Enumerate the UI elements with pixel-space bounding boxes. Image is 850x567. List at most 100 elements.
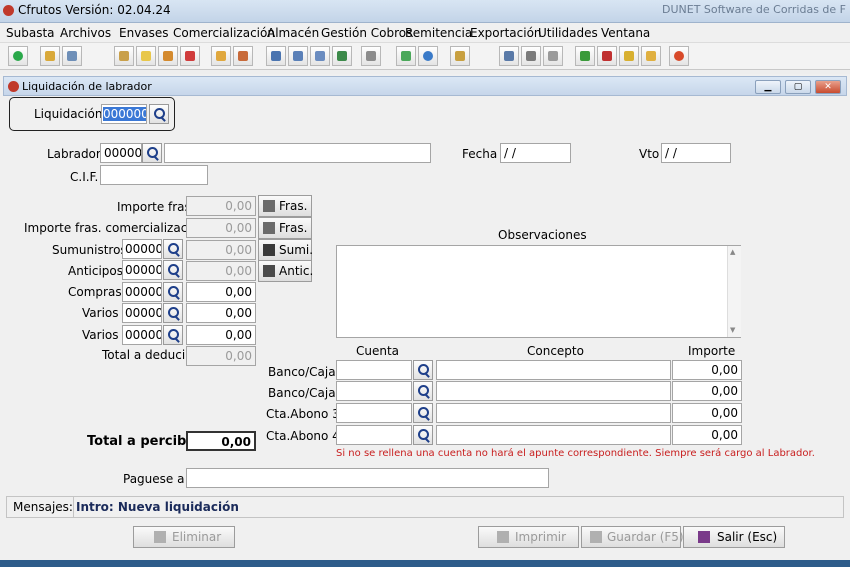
anticipos-code-input[interactable]: 00000: [122, 260, 162, 280]
printer-icon[interactable]: [543, 46, 563, 66]
account-importe-input[interactable]: 0,00: [672, 403, 742, 423]
menu-comercializacion[interactable]: Comercialización: [173, 26, 275, 40]
fecha-input[interactable]: / /: [500, 143, 571, 163]
status-bar: Mensajes: Intro: Nueva liquidación: [6, 496, 844, 518]
account-importe-input[interactable]: 0,00: [672, 425, 742, 445]
account-search-button[interactable]: [413, 425, 433, 445]
account-concepto-input[interactable]: [436, 381, 671, 401]
eliminar-button[interactable]: Eliminar: [133, 526, 235, 548]
observaciones-scrollbar[interactable]: ▲ ▼: [727, 246, 741, 337]
varios2-search-button[interactable]: [163, 325, 183, 345]
account-cuenta-input[interactable]: [336, 425, 412, 445]
clipboard-icon[interactable]: [114, 46, 134, 66]
liquidacion-search-button[interactable]: [149, 104, 169, 124]
screen-icon[interactable]: [499, 46, 519, 66]
calendar-icon[interactable]: [180, 46, 200, 66]
varios2-label: Varios: [82, 328, 119, 342]
menu-archivos[interactable]: Archivos: [60, 26, 111, 40]
menu-exportacion[interactable]: Exportación: [470, 26, 542, 40]
print3-icon[interactable]: [310, 46, 330, 66]
menu-utilidades[interactable]: Utilidades: [538, 26, 598, 40]
list-icon[interactable]: [158, 46, 178, 66]
importe-fras-value: 0,00: [186, 196, 256, 216]
varios1-code-input[interactable]: 00000: [122, 303, 162, 323]
pencil-icon[interactable]: [211, 46, 231, 66]
search-refresh-icon[interactable]: [597, 46, 617, 66]
chart-icon[interactable]: [332, 46, 352, 66]
folder-icon[interactable]: [40, 46, 60, 66]
observaciones-textarea[interactable]: [336, 245, 741, 338]
exit-icon[interactable]: [669, 46, 689, 66]
guardar-button[interactable]: Guardar (F5): [581, 526, 684, 548]
account-cuenta-input[interactable]: [336, 381, 412, 401]
menu-subasta[interactable]: Subasta: [6, 26, 55, 40]
varios2-value[interactable]: 0,00: [186, 325, 256, 345]
minimize-button[interactable]: ▁: [755, 80, 781, 94]
labrador-name-input[interactable]: [164, 143, 431, 163]
imprimir-button[interactable]: Imprimir: [478, 526, 579, 548]
money-icon[interactable]: [396, 46, 416, 66]
fras-com-button[interactable]: Fras.: [258, 217, 312, 239]
liquidacion-input[interactable]: 000000: [101, 104, 147, 124]
print-icon[interactable]: [266, 46, 286, 66]
salir-button[interactable]: Salir (Esc): [683, 526, 785, 548]
account-concepto-input[interactable]: [436, 425, 671, 445]
menu-almacen[interactable]: Almacén: [267, 26, 319, 40]
menu-ventana[interactable]: Ventana: [601, 26, 650, 40]
scroll-up-icon[interactable]: ▲: [730, 248, 735, 256]
scroll-down-icon[interactable]: ▼: [730, 326, 735, 334]
varios2-code-input[interactable]: 00000: [122, 325, 162, 345]
child-window-title-bar: Liquidación de labrador ▁ ▢ ✕: [3, 76, 847, 96]
print2-icon[interactable]: [288, 46, 308, 66]
varios1-label: Varios: [82, 306, 119, 320]
suministros-value: 0,00: [186, 240, 256, 260]
vto-input[interactable]: / /: [661, 143, 731, 163]
compras-value[interactable]: 0,00: [186, 282, 256, 302]
close-button[interactable]: ✕: [815, 80, 841, 94]
tree-icon[interactable]: [575, 46, 595, 66]
note-icon[interactable]: [450, 46, 470, 66]
antic-button[interactable]: Antic.: [258, 260, 313, 282]
compras-code-input[interactable]: 00000: [122, 282, 162, 302]
menu-remitencia[interactable]: Remitencia: [405, 26, 472, 40]
documents-icon: [263, 222, 275, 234]
suministros-search-button[interactable]: [163, 239, 183, 259]
account-cuenta-input[interactable]: [336, 360, 412, 380]
paguese-input[interactable]: [186, 468, 549, 488]
compras-search-button[interactable]: [163, 282, 183, 302]
varios1-value[interactable]: 0,00: [186, 303, 256, 323]
labrador-code-input[interactable]: 00000: [100, 143, 142, 163]
calculator-icon[interactable]: [521, 46, 541, 66]
cuenta-header: Cuenta: [356, 344, 400, 358]
app-right-title: DUNET Software de Corridas de F: [662, 3, 846, 16]
menu-gestion-cobros[interactable]: Gestión Cobros: [321, 26, 412, 40]
account-search-button[interactable]: [413, 360, 433, 380]
account-concepto-input[interactable]: [436, 360, 671, 380]
account-cuenta-input[interactable]: [336, 403, 412, 423]
power-icon[interactable]: [8, 46, 28, 66]
app-icon: [3, 5, 14, 16]
menu-envases[interactable]: Envases: [119, 26, 169, 40]
varios1-search-button[interactable]: [163, 303, 183, 323]
account-search-button[interactable]: [413, 381, 433, 401]
account-search-button[interactable]: [413, 403, 433, 423]
suministros-code-input[interactable]: 00000: [122, 239, 162, 259]
account-importe-input[interactable]: 0,00: [672, 381, 742, 401]
globe-icon[interactable]: [418, 46, 438, 66]
fras-button[interactable]: Fras.: [258, 195, 312, 217]
cif-input[interactable]: [100, 165, 208, 185]
anticipos-search-button[interactable]: [163, 260, 183, 280]
labrador-search-button[interactable]: [142, 143, 162, 163]
bus-icon[interactable]: [361, 46, 381, 66]
account-importe-input[interactable]: 0,00: [672, 360, 742, 380]
exit-door-icon: [698, 531, 710, 543]
document-icon[interactable]: [136, 46, 156, 66]
lock-icon[interactable]: [641, 46, 661, 66]
pencil-gear-icon[interactable]: [233, 46, 253, 66]
maximize-button[interactable]: ▢: [785, 80, 811, 94]
key-icon[interactable]: [619, 46, 639, 66]
sumi-button[interactable]: Sumi.: [258, 239, 313, 261]
truck-icon[interactable]: [62, 46, 82, 66]
cif-label: C.I.F.: [70, 170, 99, 184]
account-concepto-input[interactable]: [436, 403, 671, 423]
